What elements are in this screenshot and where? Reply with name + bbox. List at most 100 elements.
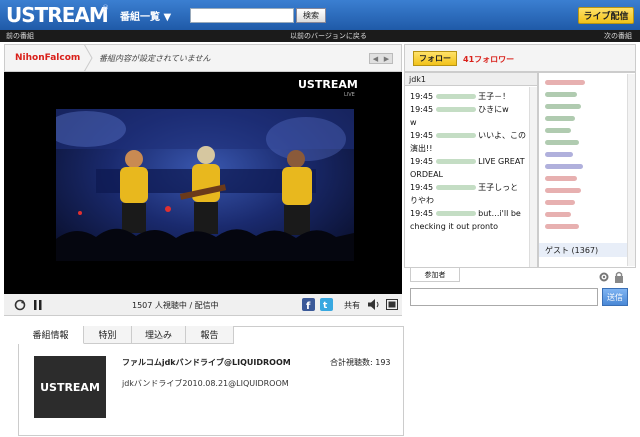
search-input[interactable]: [190, 8, 294, 23]
channel-pager: ◀ ▶: [369, 53, 393, 64]
list-item[interactable]: [545, 112, 629, 124]
prev-arrow-icon[interactable]: ◀: [373, 55, 378, 63]
live-broadcast-button[interactable]: ライブ配信: [578, 7, 634, 24]
chat-text: checking it out pronto: [410, 222, 499, 231]
next-program-link[interactable]: 次の番組: [604, 31, 632, 41]
video-watermark: USTREAM: [298, 78, 358, 91]
list-item[interactable]: [545, 172, 629, 184]
chat-message: w: [410, 116, 532, 129]
lock-icon[interactable]: [614, 271, 624, 283]
chat-username[interactable]: [435, 211, 476, 216]
chat-username[interactable]: [435, 94, 476, 99]
chat-message: りやわ: [410, 194, 532, 207]
svg-text:f: f: [306, 301, 311, 311]
list-item[interactable]: [545, 124, 629, 136]
chat-scrollbar[interactable]: [529, 87, 537, 267]
chat-text: ORDEAL: [410, 170, 443, 179]
follower-count[interactable]: 41フォロワー: [463, 54, 514, 65]
fullscreen-icon[interactable]: [386, 299, 398, 310]
channel-name[interactable]: NihonFalcom: [15, 53, 80, 63]
chat-timestamp: 19:45: [410, 183, 434, 192]
list-item[interactable]: [545, 184, 629, 196]
chat-text: 王子しっと: [478, 183, 519, 192]
list-item[interactable]: [545, 100, 629, 112]
chat-panel: jdk1 19:45 王子－！ 19:45 ひきにw w 19:45 いいよ、この 演出…: [404, 72, 538, 268]
tab-special[interactable]: 特別: [84, 326, 132, 344]
facebook-icon[interactable]: f: [302, 298, 315, 311]
chat-text: w: [410, 118, 417, 127]
share-button[interactable]: 共有: [344, 300, 360, 311]
chat-message: 19:45 but…i'll be: [410, 207, 532, 220]
chat-message: 19:45 LIVE GREAT: [410, 155, 532, 168]
chat-room-name: jdk1: [405, 73, 537, 86]
pause-icon[interactable]: [34, 300, 42, 310]
chat-text: LIVE GREAT: [478, 157, 525, 166]
video-watermark-sub: LIVE: [344, 92, 355, 98]
prev-program-link[interactable]: 前の番組: [6, 31, 34, 41]
channel-bar: NihonFalcom 番組内容が設定されていません ◀ ▶: [4, 44, 402, 72]
volume-icon[interactable]: [368, 299, 380, 310]
chat-timestamp: 19:45: [410, 92, 434, 101]
list-item[interactable]: [545, 196, 629, 208]
registered-mark: ®: [102, 4, 109, 12]
sub-navigation: 前の番組 以前のバージョンに戻る 次の番組: [0, 30, 640, 42]
program-thumbnail[interactable]: USTREAM: [34, 356, 106, 418]
chat-message: ORDEAL: [410, 168, 532, 181]
tab-program-info[interactable]: 番組情報: [18, 326, 84, 344]
channel-description: 番組内容が設定されていません: [99, 54, 211, 63]
chat-message: 演出!!: [410, 142, 532, 155]
chat-text: 演出!!: [410, 144, 433, 153]
list-item[interactable]: [545, 220, 629, 232]
chat-timestamp: 19:45: [410, 131, 434, 140]
participants-scrollbar[interactable]: [627, 74, 635, 266]
list-item[interactable]: [545, 148, 629, 160]
chat-username[interactable]: [435, 185, 476, 190]
video-player[interactable]: USTREAM LIVE: [4, 72, 402, 294]
twitter-icon[interactable]: t: [320, 298, 333, 311]
concert-scene: [56, 109, 354, 261]
list-item[interactable]: [545, 136, 629, 148]
chat-timestamp: 19:45: [410, 209, 434, 218]
program-list-menu[interactable]: 番組一覧 ▼: [120, 8, 171, 23]
follow-area: フォロー 41フォロワー: [404, 44, 636, 72]
chat-username[interactable]: [435, 133, 476, 138]
program-subtitle: jdkバンドライブ2010.08.21@LIQUIDROOM: [122, 379, 289, 388]
viewer-count: 1507 人視聴中 / 配信中: [132, 301, 219, 310]
participants-tab[interactable]: 参加者: [410, 268, 460, 282]
participants-list: [539, 73, 635, 235]
list-item[interactable]: [545, 88, 629, 100]
chat-message: checking it out pronto: [410, 220, 532, 233]
chat-timestamp: 19:45: [410, 157, 434, 166]
chat-message: 19:45 王子しっと: [410, 181, 532, 194]
list-item[interactable]: [545, 76, 629, 88]
video-frame: [56, 109, 354, 261]
chat-tools: [598, 271, 628, 283]
chat-message: 19:45 王子－！: [410, 90, 532, 103]
refresh-icon[interactable]: [14, 299, 26, 311]
chat-text: りやわ: [410, 196, 434, 205]
chat-text: いいよ、この: [478, 131, 526, 140]
top-header: USTREAM ® 番組一覧 ▼ 検索 ライブ配信: [0, 0, 640, 30]
svg-text:t: t: [323, 301, 328, 311]
tab-report[interactable]: 報告: [186, 326, 234, 344]
chat-timestamp: 19:45: [410, 105, 434, 114]
follow-button[interactable]: フォロー: [413, 51, 457, 66]
send-button[interactable]: 送信: [602, 288, 628, 306]
tab-embed[interactable]: 埋込み: [132, 326, 186, 344]
list-item[interactable]: [545, 160, 629, 172]
chat-username[interactable]: [435, 107, 476, 112]
ustream-logo[interactable]: USTREAM: [6, 3, 109, 27]
old-version-link[interactable]: 以前のバージョンに戻る: [290, 31, 367, 41]
chevron-right-icon: [83, 44, 93, 72]
chat-input[interactable]: [410, 288, 598, 306]
gear-icon[interactable]: [598, 271, 610, 283]
chat-messages: 19:45 王子－！ 19:45 ひきにw w 19:45 いいよ、この 演出!! 19:…: [405, 86, 537, 237]
participants-panel: ゲスト (1367): [538, 72, 636, 268]
search-button[interactable]: 検索: [296, 8, 326, 23]
guest-count[interactable]: ゲスト (1367): [539, 243, 635, 257]
chat-username[interactable]: [435, 159, 476, 164]
next-arrow-icon[interactable]: ▶: [384, 55, 389, 63]
chat-text: but…i'll be: [478, 209, 521, 218]
list-item[interactable]: [545, 208, 629, 220]
chat-text: ひきにw: [478, 105, 509, 114]
